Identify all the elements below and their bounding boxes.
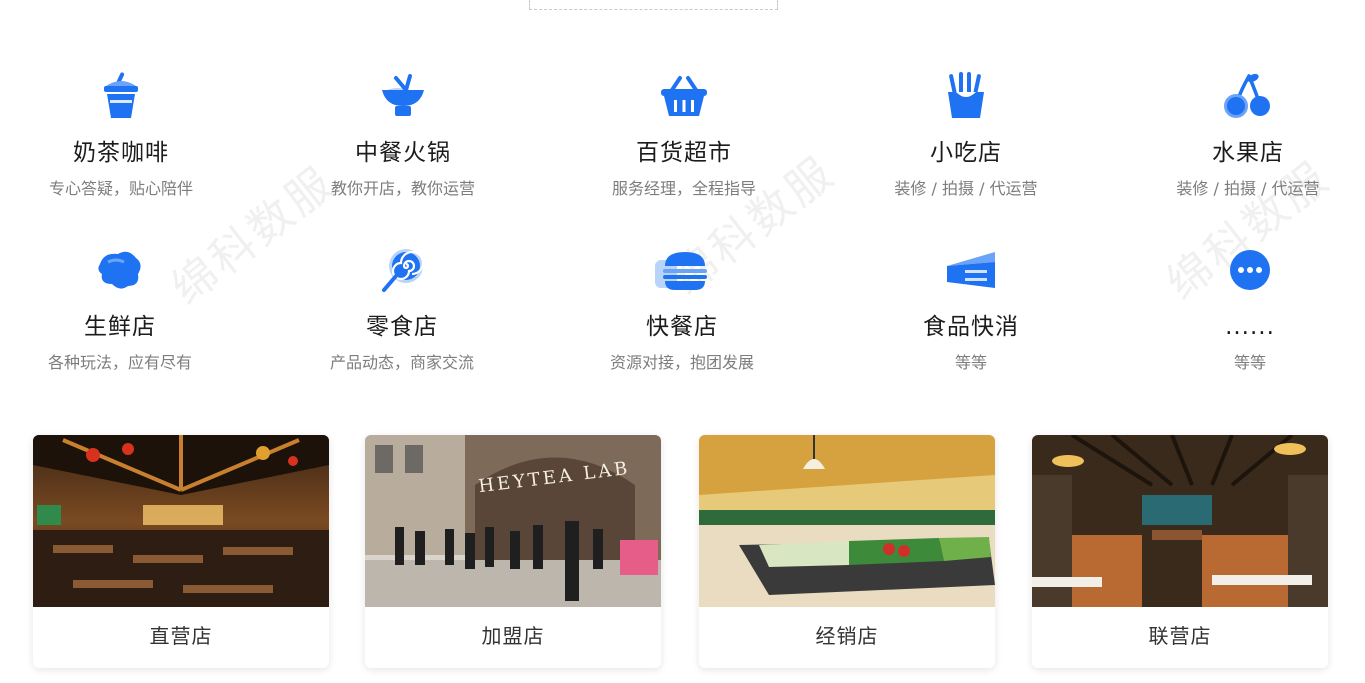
- storefront-queue-photo: HEYTEA LAB: [365, 435, 661, 607]
- category-title: 百货超市: [636, 140, 732, 166]
- category-subtitle: 教你开店，教你运营: [330, 179, 475, 198]
- card-distributor-store[interactable]: 经销店: [699, 435, 995, 668]
- dining-booths-photo: [1032, 435, 1328, 607]
- restaurant-interior-photo: [33, 435, 329, 607]
- category-row: 生鲜店 各种玩法，应有尽有 零食店 产品动态，商家交流 快餐店 资源对接，抱团发…: [0, 240, 1365, 414]
- category-subtitle: 装修 / 拍摄 / 代运营: [894, 179, 1038, 198]
- chinese-food-icon: [373, 66, 433, 126]
- category-subtitle: 产品动态，商家交流: [329, 353, 474, 372]
- category-department-store[interactable]: 百货超市 服务经理，全程指导: [564, 66, 804, 200]
- category-subtitle: 资源对接，抱团发展: [609, 353, 754, 372]
- category-grid: 奶茶咖啡 专心答疑，贴心陪伴 中餐火锅 教你开店，教你运营 百货超市 服务经理，…: [0, 66, 1365, 414]
- category-fruit-shop[interactable]: 水果店 装修 / 拍摄 / 代运营: [1128, 66, 1365, 200]
- category-subtitle: 服务经理，全程指导: [611, 179, 756, 198]
- category-title: 零食店: [366, 314, 438, 340]
- fries-icon: [936, 66, 996, 126]
- category-snack-store[interactable]: 零食店 产品动态，商家交流: [282, 240, 522, 374]
- cherry-icon: [1218, 66, 1278, 126]
- category-subtitle: 各种玩法，应有尽有: [47, 353, 192, 372]
- category-title: ......: [1225, 314, 1275, 340]
- card-joint-store[interactable]: 联营店: [1032, 435, 1328, 668]
- category-title: 快餐店: [646, 314, 718, 340]
- card-franchise-store[interactable]: HEYTEA LAB 加盟店: [365, 435, 661, 668]
- supermarket-produce-photo: [699, 435, 995, 607]
- card-label: 联营店: [1148, 624, 1212, 648]
- category-title: 水果店: [1212, 140, 1284, 166]
- category-fast-food[interactable]: 快餐店 资源对接，抱团发展: [562, 240, 802, 374]
- card-label: 经销店: [815, 624, 879, 648]
- category-more[interactable]: ...... 等等: [1130, 240, 1365, 374]
- category-title: 奶茶咖啡: [73, 140, 169, 166]
- category-title: 生鲜店: [84, 314, 156, 340]
- card-direct-store[interactable]: 直营店: [33, 435, 329, 668]
- category-subtitle: 专心答疑，贴心陪伴: [48, 179, 193, 198]
- category-fresh-store[interactable]: 生鲜店 各种玩法，应有尽有: [0, 240, 240, 374]
- fresh-produce-icon: [90, 240, 150, 300]
- category-subtitle: 装修 / 拍摄 / 代运营: [1176, 179, 1320, 198]
- shopping-basket-icon: [654, 66, 714, 126]
- category-title: 食品快消: [923, 314, 1019, 340]
- cake-slice-icon: [941, 240, 1001, 300]
- top-dashed-box: [529, 0, 778, 10]
- lollipop-icon: [372, 240, 432, 300]
- category-snack-shop[interactable]: 小吃店 装修 / 拍摄 / 代运营: [846, 66, 1086, 200]
- burger-icon: [652, 240, 712, 300]
- card-label: 直营店: [149, 624, 213, 648]
- category-milk-tea[interactable]: 奶茶咖啡 专心答疑，贴心陪伴: [1, 66, 241, 200]
- store-type-cards: 直营店 HEYTEA LAB 加盟店 经销店 联营店: [0, 435, 1365, 683]
- category-subtitle: 等等: [954, 353, 987, 372]
- category-title: 小吃店: [930, 140, 1002, 166]
- milk-tea-icon: [91, 66, 151, 126]
- category-row: 奶茶咖啡 专心答疑，贴心陪伴 中餐火锅 教你开店，教你运营 百货超市 服务经理，…: [0, 66, 1365, 240]
- category-chinese-food[interactable]: 中餐火锅 教你开店，教你运营: [283, 66, 523, 200]
- card-label: 加盟店: [481, 624, 545, 648]
- category-subtitle: 等等: [1233, 353, 1266, 372]
- category-title: 中餐火锅: [355, 140, 451, 166]
- more-icon: [1220, 240, 1280, 300]
- category-fmcg[interactable]: 食品快消 等等: [851, 240, 1091, 374]
